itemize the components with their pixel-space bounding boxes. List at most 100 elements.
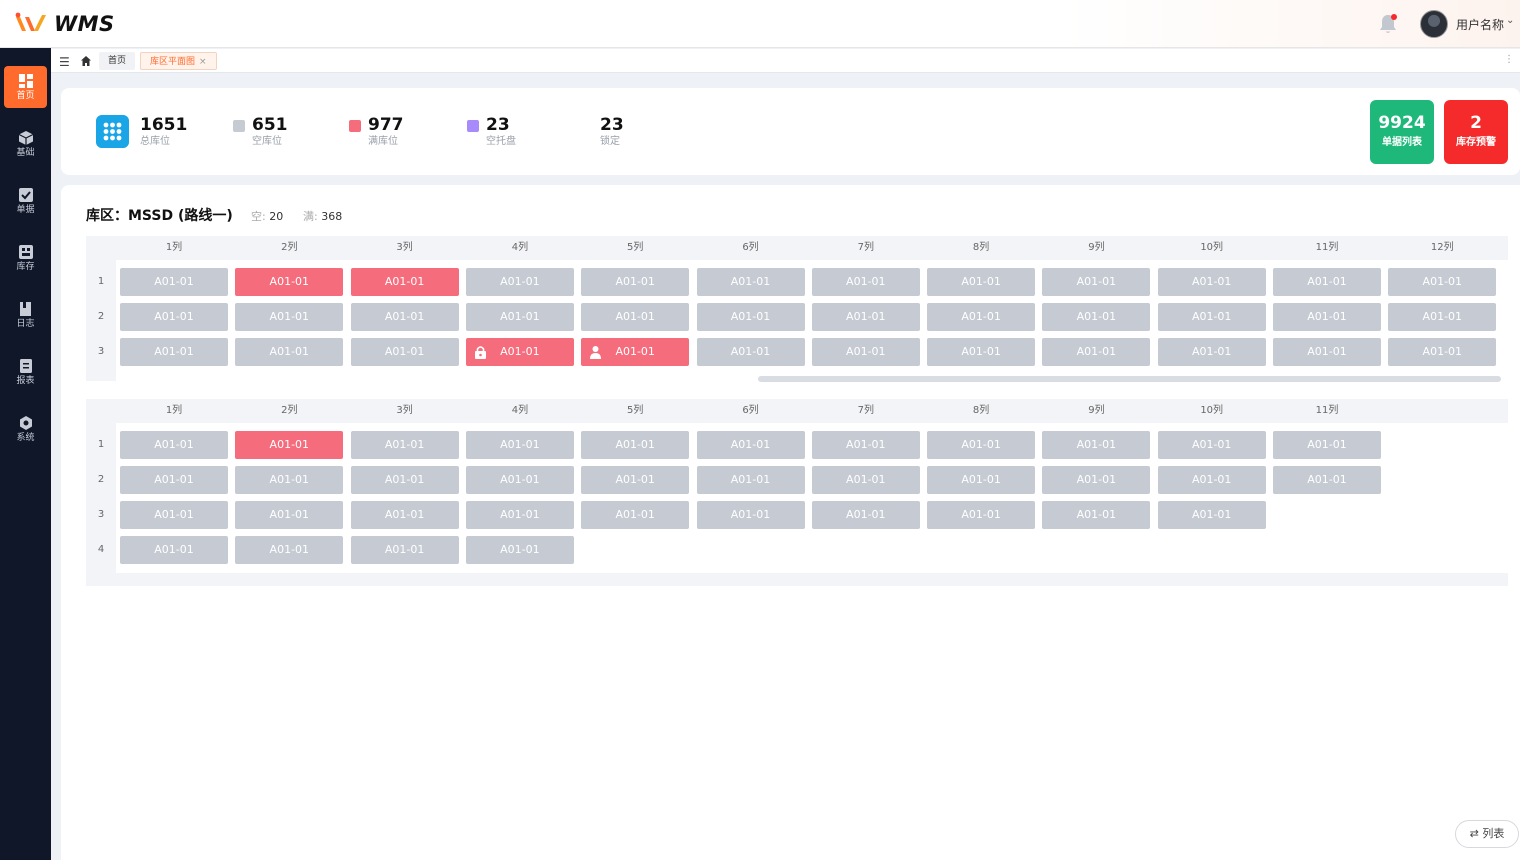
user-avatar[interactable] — [1420, 10, 1448, 38]
storage-cell[interactable]: A01-01 — [1042, 338, 1151, 366]
storage-cell[interactable]: A01-01 — [235, 303, 344, 331]
storage-cell[interactable]: A01-01 — [696, 338, 805, 366]
storage-cell[interactable]: A01-01 — [120, 303, 228, 331]
storage-cell[interactable]: A01-01 — [581, 268, 690, 296]
storage-cell[interactable]: A01-01 — [1388, 268, 1497, 296]
storage-cell[interactable]: A01-01 — [465, 501, 574, 529]
tab-zone-map[interactable]: 库区平面图 × — [140, 52, 217, 70]
home-icon[interactable] — [80, 55, 92, 67]
storage-cell[interactable]: A01-01 — [1157, 268, 1266, 296]
stock-alert-button[interactable]: 2 库存预警 — [1444, 100, 1508, 164]
storage-cell[interactable]: A01-01 — [350, 431, 459, 459]
storage-cell[interactable]: A01-01 — [350, 338, 459, 366]
storage-cell[interactable]: A01-01 — [696, 501, 805, 529]
storage-cell[interactable]: A01-01 — [1388, 303, 1497, 331]
sidebar-item-4[interactable]: 日志 — [4, 294, 47, 336]
storage-cell[interactable]: A01-01 — [696, 431, 805, 459]
list-view-button[interactable]: ⇄ 列表 — [1455, 820, 1519, 848]
stat-total-label: 总库位 — [140, 136, 170, 147]
storage-cell[interactable]: A01-01 — [465, 268, 574, 296]
stat-empty: 651 空库位 — [252, 115, 288, 149]
user-name[interactable]: 用户名称 — [1456, 16, 1504, 33]
sidebar-item-3[interactable]: 库存 — [4, 237, 47, 279]
storage-cell[interactable]: A01-01 — [465, 303, 574, 331]
storage-cell[interactable]: A01-01 — [235, 268, 344, 296]
storage-cell[interactable]: A01-01 — [927, 268, 1036, 296]
storage-cell[interactable]: A01-01 — [581, 303, 690, 331]
storage-cell[interactable]: A01-01 — [350, 466, 459, 494]
storage-cell[interactable]: A01-01 — [811, 466, 920, 494]
storage-cell[interactable]: A01-01 — [581, 466, 690, 494]
storage-cell[interactable]: A01-01 — [811, 501, 920, 529]
storage-cell[interactable]: A01-01 — [696, 303, 805, 331]
orders-list-button[interactable]: 9924 单据列表 — [1370, 100, 1434, 164]
notification-bell-icon[interactable] — [1378, 13, 1398, 35]
storage-cell[interactable]: A01-01 — [696, 268, 805, 296]
menu-collapse-icon[interactable]: ☰ — [59, 55, 70, 69]
storage-cell[interactable]: A01-01 — [350, 501, 459, 529]
storage-cell[interactable]: A01-01 — [465, 536, 574, 564]
storage-cell[interactable]: A01-01 — [235, 466, 344, 494]
sidebar-item-2[interactable]: 单据 — [4, 180, 47, 222]
storage-cell[interactable]: A01-01 — [1273, 268, 1381, 296]
storage-cell[interactable]: A01-01 — [350, 303, 459, 331]
storage-cell[interactable]: A01-01 — [465, 466, 574, 494]
storage-cell[interactable]: A01-01 — [581, 338, 690, 366]
storage-cell[interactable]: A01-01 — [1273, 338, 1381, 366]
storage-cell[interactable]: A01-01 — [235, 536, 344, 564]
storage-cell[interactable]: A01-01 — [1273, 466, 1381, 494]
cell-label: A01-01 — [500, 275, 540, 288]
storage-cell[interactable]: A01-01 — [1157, 303, 1266, 331]
storage-cell[interactable]: A01-01 — [120, 501, 228, 529]
storage-cell[interactable]: A01-01 — [811, 338, 920, 366]
storage-cell[interactable]: A01-01 — [120, 268, 228, 296]
storage-cell[interactable]: A01-01 — [1042, 303, 1151, 331]
storage-cell[interactable]: A01-01 — [927, 338, 1036, 366]
storage-cell[interactable]: A01-01 — [696, 466, 805, 494]
storage-cell[interactable]: A01-01 — [1157, 338, 1266, 366]
storage-cell[interactable]: A01-01 — [811, 431, 920, 459]
storage-cell[interactable]: A01-01 — [1157, 431, 1266, 459]
storage-cell[interactable]: A01-01 — [1042, 466, 1151, 494]
storage-cell[interactable]: A01-01 — [465, 431, 574, 459]
storage-cell[interactable]: A01-01 — [235, 338, 344, 366]
storage-cell[interactable]: A01-01 — [350, 536, 459, 564]
sidebar-item-0[interactable]: 首页 — [4, 66, 47, 108]
storage-cell[interactable]: A01-01 — [581, 501, 690, 529]
storage-cell[interactable]: A01-01 — [465, 338, 574, 366]
storage-cell[interactable]: A01-01 — [1157, 501, 1266, 529]
storage-cell[interactable]: A01-01 — [927, 501, 1036, 529]
storage-cell[interactable]: A01-01 — [120, 536, 228, 564]
storage-cell[interactable]: A01-01 — [235, 501, 344, 529]
sidebar-item-6[interactable]: 系统 — [4, 408, 47, 450]
storage-cell[interactable]: A01-01 — [120, 431, 228, 459]
storage-cell[interactable]: A01-01 — [1042, 431, 1151, 459]
storage-cell[interactable]: A01-01 — [1042, 268, 1151, 296]
storage-cell[interactable]: A01-01 — [927, 303, 1036, 331]
sidebar-item-1[interactable]: 基础 — [4, 123, 47, 165]
storage-cell[interactable]: A01-01 — [811, 268, 920, 296]
sidebar-item-label: 库存 — [16, 262, 35, 272]
storage-cell[interactable]: A01-01 — [120, 338, 228, 366]
app-logo[interactable]: WMS — [14, 10, 115, 38]
storage-cell[interactable]: A01-01 — [235, 431, 344, 459]
storage-cell[interactable]: A01-01 — [1388, 338, 1497, 366]
horizontal-scrollbar[interactable] — [758, 376, 1501, 382]
storage-cell[interactable]: A01-01 — [350, 268, 459, 296]
chevron-down-icon[interactable]: ⌄ — [1506, 15, 1514, 26]
storage-cell[interactable]: A01-01 — [927, 431, 1036, 459]
tab-more-icon[interactable]: ⋮ — [1504, 54, 1514, 65]
storage-cell[interactable]: A01-01 — [120, 466, 228, 494]
tab-home[interactable]: 首页 — [99, 52, 136, 70]
cell-label: A01-01 — [384, 310, 425, 323]
sidebar-item-5[interactable]: 报表 — [4, 351, 47, 393]
storage-cell[interactable]: A01-01 — [1042, 501, 1151, 529]
storage-cell[interactable]: A01-01 — [1157, 466, 1266, 494]
storage-cell[interactable]: A01-01 — [1273, 431, 1381, 459]
storage-cell[interactable]: A01-01 — [1273, 303, 1381, 331]
cell-label: A01-01 — [1191, 438, 1232, 451]
storage-cell[interactable]: A01-01 — [927, 466, 1036, 494]
storage-cell[interactable]: A01-01 — [811, 303, 920, 331]
storage-cell[interactable]: A01-01 — [581, 431, 690, 459]
close-icon[interactable]: × — [199, 57, 207, 67]
